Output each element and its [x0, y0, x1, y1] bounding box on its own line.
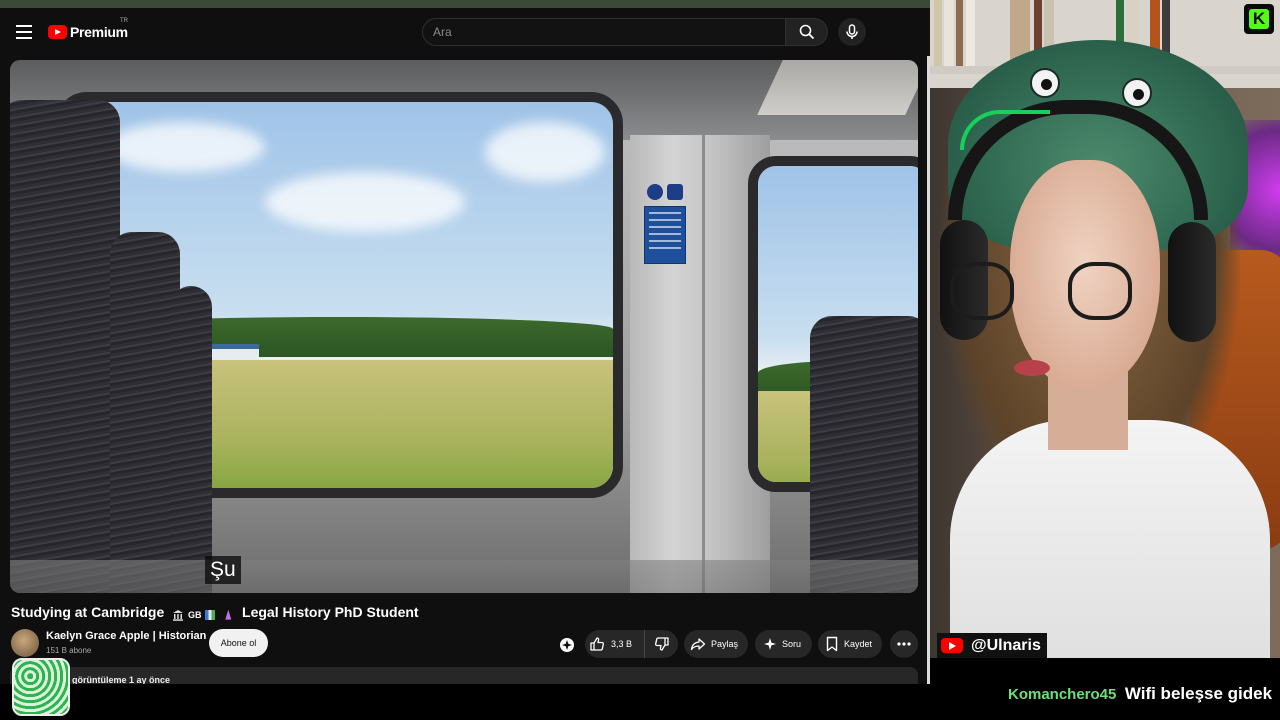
search-input[interactable]	[423, 19, 785, 45]
youtube-premium-logo[interactable]: Premium TR	[48, 18, 128, 42]
youtube-play-icon	[48, 25, 67, 39]
share-button[interactable]: Paylaş	[684, 630, 748, 658]
like-dislike-group: 3,3 B	[585, 630, 678, 658]
search-button[interactable]	[786, 18, 828, 46]
subscribe-button[interactable]: Abone ol	[209, 629, 268, 657]
blue-notice-panel	[644, 206, 686, 264]
kick-logo-letter: K	[1252, 9, 1266, 28]
video-caption: Şu	[205, 556, 241, 584]
share-icon	[690, 638, 706, 651]
ask-button[interactable]: Soru	[755, 630, 812, 658]
chat-text: Wifi beleşse gidek	[1124, 684, 1273, 703]
save-label: Kaydet	[844, 639, 873, 649]
streamer-handle-badge: @Ulnaris	[937, 633, 1047, 658]
video-title-part2: Legal History PhD Student	[242, 604, 419, 620]
more-icon	[897, 642, 911, 646]
museum-icon	[173, 609, 184, 621]
more-actions-button[interactable]	[890, 630, 918, 658]
mic-icon	[846, 24, 858, 39]
seat-back	[10, 100, 120, 593]
info-sign-icon	[647, 184, 663, 200]
subscriber-count: 151 B abone	[46, 646, 92, 655]
video-title-part1: Studying at Cambridge	[11, 604, 165, 620]
webcam-feed	[930, 0, 1280, 658]
graduation-icon	[225, 609, 232, 620]
search-box	[422, 18, 786, 46]
thumbs-down-icon	[654, 637, 669, 651]
sparkle-icon[interactable]	[558, 636, 576, 654]
bookmark-icon	[826, 636, 838, 652]
seat-back	[170, 286, 212, 593]
chat-emote-image	[12, 658, 70, 716]
search-icon	[799, 24, 814, 40]
seat-back	[810, 316, 918, 593]
hat-eye	[1030, 68, 1060, 98]
hat-eye	[1122, 78, 1152, 108]
luggage-sign-icon	[667, 184, 683, 200]
kick-logo-icon: K	[1244, 4, 1274, 34]
description-box[interactable]: görüntüleme 1 ay önce	[10, 667, 918, 684]
streamer-handle: @Ulnaris	[971, 636, 1041, 654]
logo-text: Premium	[70, 24, 128, 40]
window-top-strip	[0, 0, 930, 8]
menu-icon[interactable]	[16, 25, 32, 39]
sparkle-ask-icon	[764, 638, 776, 650]
description-preview: görüntüleme 1 ay önce	[72, 675, 171, 684]
video-title: Studying at Cambridge GB Legal History P…	[11, 604, 419, 621]
ceiling-panel	[757, 60, 918, 115]
voice-search-button[interactable]	[838, 18, 866, 46]
youtube-window: Premium TR Ara Şu Studying at Cambridge …	[0, 0, 930, 684]
like-button[interactable]: 3,3 B	[585, 630, 645, 658]
title-emoji-badges: GB	[172, 605, 234, 621]
channel-name[interactable]: Kaelyn Grace Apple | Historian	[46, 630, 206, 642]
share-label: Paylaş	[711, 639, 739, 649]
thumbs-up-icon	[590, 637, 604, 651]
chat-message: Komanchero45 Wifi beleşse gidek	[1008, 684, 1272, 710]
books-emoji-icon	[205, 609, 216, 620]
country-code: TR	[120, 18, 128, 24]
headphone-right-cup	[1168, 222, 1216, 342]
dislike-button[interactable]	[645, 630, 678, 658]
gb-badge: GB	[188, 610, 202, 621]
like-count: 3,3 B	[611, 639, 633, 649]
youtube-logo-icon	[937, 633, 967, 658]
video-player[interactable]	[10, 60, 918, 593]
ask-label: Soru	[782, 639, 802, 649]
save-button[interactable]: Kaydet	[818, 630, 882, 658]
masthead: Premium TR	[0, 8, 930, 56]
channel-avatar[interactable]	[11, 629, 39, 657]
white-top	[950, 420, 1270, 658]
chat-username: Komanchero45	[1008, 686, 1117, 703]
